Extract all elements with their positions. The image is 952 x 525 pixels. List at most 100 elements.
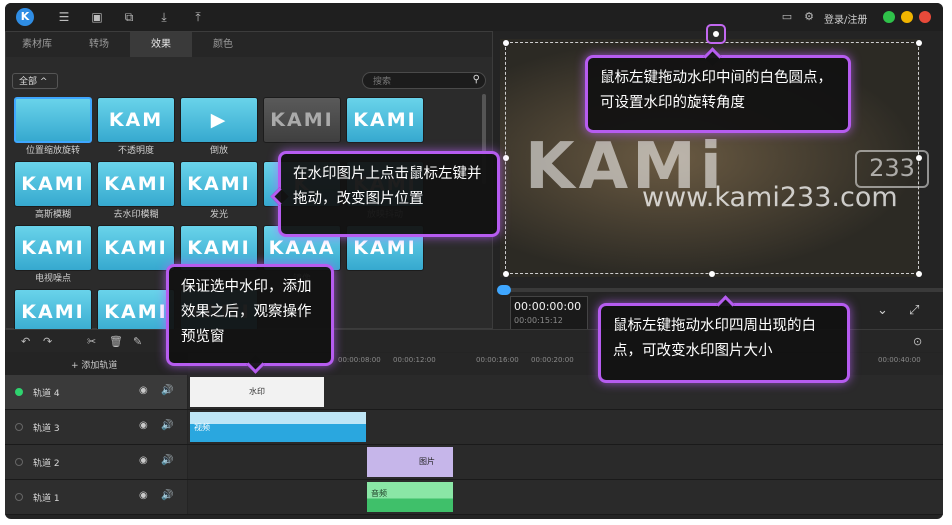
import-icon[interactable]: ⤓	[157, 10, 171, 24]
ruler-tick-label: 00:00:40:00	[878, 356, 921, 364]
track-select-dot[interactable]	[15, 493, 23, 501]
effect-item[interactable]: KAMI 电视噪点	[14, 225, 92, 285]
effect-label: 不透明度	[117, 146, 154, 156]
track-lane[interactable]: 图片	[188, 445, 943, 479]
save-as-icon[interactable]: ⧉	[122, 10, 136, 24]
gear-icon[interactable]: ⚙	[802, 10, 816, 24]
effect-thumbnail[interactable]: KAMI	[97, 161, 175, 207]
eye-icon[interactable]: ◉	[139, 455, 148, 466]
search-input[interactable]	[371, 74, 465, 89]
audio-clip[interactable]: 音频	[367, 482, 453, 512]
save-icon[interactable]: ▣	[90, 10, 104, 24]
resize-handle-br[interactable]	[916, 271, 922, 277]
window-restore-button[interactable]	[883, 11, 895, 23]
app-logo: K	[16, 8, 34, 26]
playback-knob[interactable]	[497, 285, 511, 295]
effect-item[interactable]: 位置缩放旋转	[14, 97, 92, 157]
ruler-tick-label: 00:00:12:00	[393, 356, 436, 364]
effect-item[interactable]: ▶ 倒放	[180, 97, 258, 157]
resize-handle-tl[interactable]	[503, 40, 509, 46]
volume-icon[interactable]: 🔊	[161, 420, 173, 431]
time-display: 00:00:00:00 00:00:15:12	[510, 296, 588, 330]
effect-item[interactable]: KAMI 高斯模糊	[14, 161, 92, 221]
effect-thumbnail[interactable]: ▶	[180, 97, 258, 143]
current-time: 00:00:00:00	[514, 300, 582, 313]
track-select-dot[interactable]	[15, 388, 23, 396]
effect-item[interactable]: KAMI	[263, 97, 341, 157]
watermark-clip[interactable]: 水印	[190, 377, 324, 407]
ruler-tick-label: 00:00:16:00	[476, 356, 519, 364]
track-header[interactable]: 轨道 3 ◉ 🔊	[5, 410, 187, 444]
tab-transitions[interactable]: 转场	[68, 32, 130, 57]
track-select-dot[interactable]	[15, 458, 23, 466]
edit-icon[interactable]: ✎	[133, 335, 142, 348]
resize-handle-right[interactable]	[916, 155, 922, 161]
cut-icon[interactable]: ✂	[87, 335, 96, 348]
tab-materials[interactable]: 素材库	[6, 32, 68, 57]
track-header[interactable]: 轨道 1 ◉ 🔊	[5, 480, 187, 514]
total-time: 00:00:15:12	[514, 316, 563, 325]
eye-icon[interactable]: ◉	[139, 385, 148, 396]
effect-label: 高斯模糊	[34, 210, 71, 220]
rotate-handle[interactable]	[706, 24, 726, 44]
login-link[interactable]: 登录/注册	[824, 11, 867, 26]
resize-handle-bottom[interactable]	[709, 271, 715, 277]
effect-thumbnail[interactable]: KAMI	[180, 161, 258, 207]
effect-thumbnail[interactable]: KAM	[97, 97, 175, 143]
track-name: 轨道 4	[33, 389, 60, 399]
track-name: 轨道 3	[33, 424, 60, 434]
undo-icon[interactable]: ↶	[21, 335, 30, 348]
effect-thumbnail[interactable]: KAMI	[263, 97, 341, 143]
video-clip[interactable]: 视频	[190, 412, 366, 442]
track-lane[interactable]: 视频	[188, 410, 943, 444]
effect-label	[346, 273, 424, 285]
effect-thumbnail[interactable]: KAMI	[97, 225, 175, 271]
chevron-down-icon[interactable]: ⌄	[877, 303, 888, 318]
effect-thumbnail[interactable]: KAMI	[14, 161, 92, 207]
title-bar: K ☰ ▣ ⧉ ⤓ ⤒ ▭ ⚙ 登录/注册	[5, 3, 943, 31]
message-icon[interactable]: ▭	[780, 10, 794, 24]
resize-handle-bl[interactable]	[503, 271, 509, 277]
ruler-tick-label: 00:00:08:00	[338, 356, 381, 364]
effect-thumbnail[interactable]: KAMI	[346, 97, 424, 143]
eye-icon[interactable]: ◉	[139, 420, 148, 431]
volume-icon[interactable]: 🔊	[161, 385, 173, 396]
add-track-button[interactable]: + 添加轨道	[71, 358, 117, 371]
volume-icon[interactable]: 🔊	[161, 455, 173, 466]
image-clip[interactable]: 图片	[367, 447, 453, 477]
filter-label: 全部	[19, 77, 38, 87]
volume-icon[interactable]: 🔊	[161, 490, 173, 501]
effect-item[interactable]: KAMI 发光	[180, 161, 258, 221]
timeline-zoom-knob[interactable]: ⊙	[913, 335, 922, 348]
filter-dropdown[interactable]: 全部 ^	[12, 73, 58, 89]
effect-thumbnail[interactable]: KAMI	[14, 225, 92, 271]
resize-handle-left[interactable]	[503, 155, 509, 161]
window-minimize-button[interactable]	[901, 11, 913, 23]
export-icon[interactable]: ⤒	[191, 10, 205, 24]
tab-effects[interactable]: 效果	[130, 32, 192, 57]
resize-handle-tr[interactable]	[916, 40, 922, 46]
track-row: 轨道 1 ◉ 🔊 音频	[5, 480, 943, 515]
track-header[interactable]: 轨道 2 ◉ 🔊	[5, 445, 187, 479]
effect-item[interactable]: KAMI	[97, 225, 175, 285]
effect-item[interactable]: KAMI 去水印模糊	[97, 161, 175, 221]
playback-slider[interactable]	[497, 288, 943, 292]
menu-icon[interactable]: ☰	[57, 10, 71, 24]
track-header[interactable]: 轨道 4 ◉ 🔊	[5, 375, 187, 409]
effect-item[interactable]: KAMI	[346, 97, 424, 157]
tooltip-move: 在水印图片上点击鼠标左键并拖动，改变图片位置	[278, 151, 500, 237]
effect-thumbnail[interactable]	[14, 97, 92, 143]
tooltip-rotate: 鼠标左键拖动水印中间的白色圆点，可设置水印的旋转角度	[585, 55, 851, 133]
search-icon[interactable]: ⚲	[473, 74, 480, 85]
window-close-button[interactable]	[919, 11, 931, 23]
redo-icon[interactable]: ↷	[43, 335, 52, 348]
effect-item[interactable]: KAM 不透明度	[97, 97, 175, 157]
delete-icon[interactable]: 🗑	[109, 335, 123, 348]
eye-icon[interactable]: ◉	[139, 490, 148, 501]
search-box[interactable]: ⚲	[362, 72, 486, 89]
fullscreen-icon[interactable]: ⤢	[909, 303, 919, 318]
track-select-dot[interactable]	[15, 423, 23, 431]
track-row: 轨道 2 ◉ 🔊 图片	[5, 445, 943, 480]
tab-color[interactable]: 颜色	[192, 32, 254, 57]
track-lane[interactable]: 音频	[188, 480, 943, 514]
